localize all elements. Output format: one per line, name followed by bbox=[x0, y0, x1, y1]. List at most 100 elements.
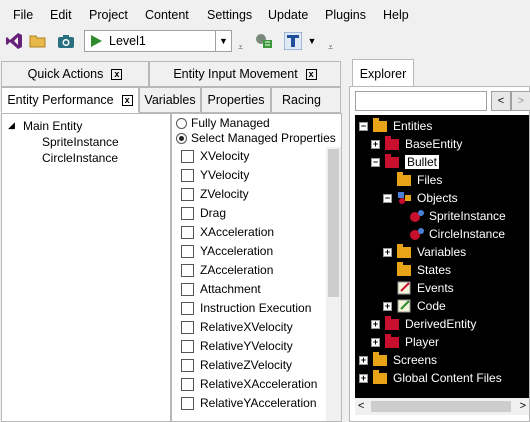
folder-icon bbox=[373, 117, 387, 132]
checkbox-label: RelativeZVelocity bbox=[200, 358, 293, 372]
expand-icon[interactable]: + bbox=[371, 338, 380, 347]
explorer-item-label: Player bbox=[405, 335, 440, 349]
explorer-item[interactable]: Player bbox=[385, 333, 439, 351]
scroll-thumb[interactable] bbox=[328, 149, 339, 297]
tab-quick-actions[interactable]: Quick Actions x bbox=[1, 61, 149, 87]
explorer-item[interactable]: Global Content Files bbox=[373, 369, 502, 387]
code-icon bbox=[397, 299, 413, 313]
explorer-item[interactable]: Events bbox=[397, 279, 454, 297]
menu-plugins[interactable]: Plugins bbox=[325, 8, 366, 22]
menu-edit[interactable]: Edit bbox=[50, 8, 72, 22]
close-icon[interactable]: x bbox=[121, 94, 133, 106]
checkbox-label: Drag bbox=[200, 206, 227, 220]
checkbox[interactable] bbox=[181, 340, 194, 353]
checkbox[interactable] bbox=[181, 302, 194, 315]
build-tool-icon[interactable] bbox=[253, 30, 275, 52]
scroll-left-icon[interactable]: < bbox=[358, 400, 364, 412]
menu-project[interactable]: Project bbox=[89, 8, 128, 22]
level-combo[interactable]: Level1 ▼ bbox=[84, 30, 232, 52]
collapse-icon[interactable]: − bbox=[371, 158, 380, 167]
tab-entity-input-movement[interactable]: Entity Input Movement x bbox=[149, 61, 341, 87]
menu-file[interactable]: File bbox=[13, 8, 33, 22]
checkbox[interactable] bbox=[181, 378, 194, 391]
explorer-item[interactable]: CircleInstance bbox=[409, 225, 505, 243]
tab-racing[interactable]: Racing bbox=[271, 87, 341, 113]
horizontal-scrollbar[interactable]: < > bbox=[355, 398, 529, 415]
tab-explorer[interactable]: Explorer bbox=[352, 59, 414, 87]
circle-icon bbox=[409, 227, 425, 241]
explorer-item[interactable]: DerivedEntity bbox=[385, 315, 476, 333]
checkbox-label: ZVelocity bbox=[200, 187, 249, 201]
chevron-down-icon[interactable]: ▼ bbox=[215, 31, 231, 51]
tree-item-sprite-instance[interactable]: SpriteInstance bbox=[42, 135, 119, 149]
checkbox[interactable] bbox=[181, 226, 194, 239]
expand-icon[interactable]: + bbox=[371, 320, 380, 329]
folder-icon bbox=[385, 153, 399, 168]
checkbox[interactable] bbox=[181, 169, 194, 182]
explorer-item[interactable]: Entities bbox=[373, 117, 432, 135]
visual-studio-icon[interactable] bbox=[3, 30, 25, 52]
explorer-item[interactable]: Code bbox=[397, 297, 446, 315]
vertical-scrollbar[interactable] bbox=[326, 147, 341, 421]
explorer-item-label: BaseEntity bbox=[405, 137, 463, 151]
camera-icon[interactable] bbox=[55, 30, 77, 52]
expand-icon[interactable]: + bbox=[383, 302, 392, 311]
text-tool-dropdown-icon[interactable]: ▼ bbox=[305, 30, 319, 52]
tab-variables[interactable]: Variables bbox=[139, 87, 201, 113]
toolbar-grip-icon-2[interactable]: ⩡ bbox=[328, 42, 333, 53]
tree-item-main-entity[interactable]: Main Entity bbox=[23, 119, 82, 133]
text-tool-icon[interactable] bbox=[283, 30, 303, 52]
scroll-right-icon[interactable]: > bbox=[520, 400, 526, 412]
checkbox[interactable] bbox=[181, 188, 194, 201]
checkbox[interactable] bbox=[181, 283, 194, 296]
explorer-item-label: DerivedEntity bbox=[405, 317, 477, 331]
open-folder-icon[interactable] bbox=[27, 30, 49, 52]
expand-icon[interactable]: + bbox=[383, 248, 392, 257]
explorer-item[interactable]: Variables bbox=[397, 243, 466, 261]
checkbox[interactable] bbox=[181, 397, 194, 410]
close-icon[interactable]: x bbox=[305, 68, 317, 80]
menu-update[interactable]: Update bbox=[268, 8, 308, 22]
expand-icon[interactable]: + bbox=[371, 140, 380, 149]
explorer-item[interactable]: SpriteInstance bbox=[409, 207, 506, 225]
radio-fully-managed[interactable] bbox=[176, 118, 187, 129]
explorer-search-input[interactable] bbox=[355, 91, 487, 111]
collapse-arrow-icon[interactable]: ◢ bbox=[8, 120, 15, 131]
tab-entity-performance[interactable]: Entity Performance x bbox=[1, 87, 139, 113]
menu-content[interactable]: Content bbox=[145, 8, 189, 22]
menu-help[interactable]: Help bbox=[383, 8, 409, 22]
back-arrow-icon[interactable]: < bbox=[491, 91, 511, 111]
explorer-item[interactable]: Files bbox=[397, 171, 442, 189]
explorer-item-label: Files bbox=[417, 173, 443, 187]
explorer-item[interactable]: Objects bbox=[397, 189, 458, 207]
menu-settings[interactable]: Settings bbox=[207, 8, 252, 22]
explorer-item-label: Screens bbox=[393, 353, 438, 367]
expand-icon[interactable]: + bbox=[359, 356, 368, 365]
tab-properties[interactable]: Properties bbox=[201, 87, 271, 113]
checkbox[interactable] bbox=[181, 359, 194, 372]
checkbox-label: RelativeYVelocity bbox=[200, 339, 293, 353]
tree-item-circle-instance[interactable]: CircleInstance bbox=[42, 151, 118, 165]
checkbox[interactable] bbox=[181, 207, 194, 220]
checkbox[interactable] bbox=[181, 264, 194, 277]
explorer-panel: < > − Entities + BaseEntity − Bullet Files − Obj… bbox=[349, 86, 530, 422]
collapse-icon[interactable]: − bbox=[359, 122, 368, 131]
checkbox-label: RelativeYAcceleration bbox=[200, 396, 317, 410]
forward-arrow-icon[interactable]: > bbox=[511, 91, 530, 111]
explorer-item-label: CircleInstance bbox=[429, 227, 506, 241]
toolbar-grip-icon[interactable]: ⩡ bbox=[238, 42, 243, 53]
close-icon[interactable]: x bbox=[111, 68, 123, 80]
radio-fully-managed-label: Fully Managed bbox=[191, 116, 270, 130]
explorer-item-label: Bullet bbox=[405, 155, 440, 169]
scroll-thumb[interactable] bbox=[371, 401, 511, 412]
checkbox[interactable] bbox=[181, 150, 194, 163]
collapse-icon[interactable]: − bbox=[383, 194, 392, 203]
expand-icon[interactable]: + bbox=[359, 374, 368, 383]
checkbox[interactable] bbox=[181, 321, 194, 334]
explorer-item[interactable]: Bullet bbox=[385, 153, 440, 171]
checkbox[interactable] bbox=[181, 245, 194, 258]
explorer-item[interactable]: Screens bbox=[373, 351, 437, 369]
explorer-item[interactable]: BaseEntity bbox=[385, 135, 462, 153]
explorer-item[interactable]: States bbox=[397, 261, 451, 279]
radio-select-managed[interactable] bbox=[176, 133, 187, 144]
